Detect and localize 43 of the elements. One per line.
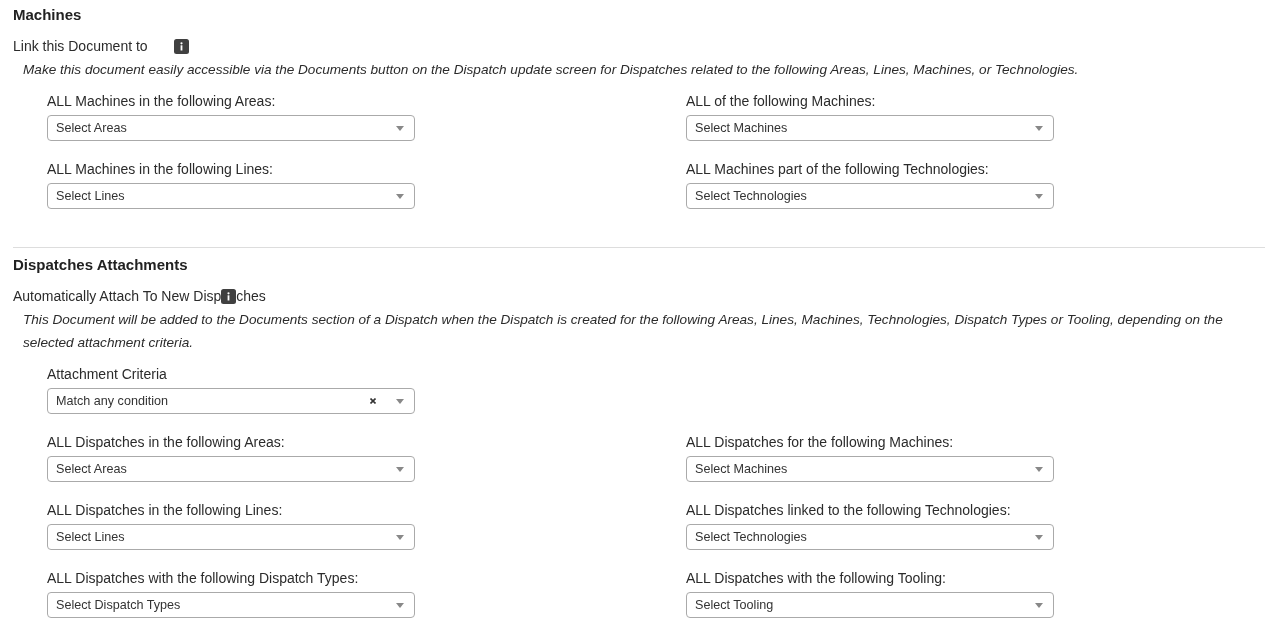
dropdown-field[interactable]: Select Lines [47,183,415,209]
field-label: ALL Dispatches with the following Tooling: [686,569,947,588]
link-label: ches [236,287,266,306]
clear-icon[interactable] [370,398,376,404]
dropdown-field[interactable]: Select Areas [47,115,415,141]
caret-icon [396,534,404,540]
link-label: Automatically Attach To New Disp [13,287,222,306]
field-label: ALL Machines in the following Areas: [47,92,277,111]
field-label: ALL Dispatches in the following Areas: [47,433,286,452]
dropdown-field[interactable]: Select Dispatch Types [47,592,415,618]
caret-icon [396,193,404,199]
caret-icon [1035,602,1043,608]
caret-icon [1035,466,1043,472]
field-label: ALL of the following Machines: [686,92,877,111]
caret-icon [396,602,404,608]
field-label: ALL Dispatches linked to the following Technologies: [686,501,1012,520]
field-label: ALL Dispatches in the following Lines: [47,501,284,520]
dropdown-field[interactable]: Select Machines [686,456,1054,482]
caret-icon [1035,193,1043,199]
field-label: ALL Dispatches for the following Machines: [686,433,955,452]
section-heading: Dispatches Attachments [13,255,189,275]
field-label: ALL Dispatches with the following Dispatch Types: [47,569,360,588]
info-icon[interactable] [173,38,189,54]
dropdown-field[interactable]: Select Technologies [686,183,1054,209]
description-text: This Document will be added to the Documents section of a Dispatch when the Dispatch is created for the following Areas, Lines, Machines, Technologies, Dispatch Types or Tooling, depending on the selected attachment criteria. [23,311,1224,352]
info-icon[interactable] [221,288,237,304]
section-heading: Machines [13,5,83,25]
description-text: Make this document easily accessible via the Documents button on the Dispatch update screen for Dispatches related to the following Areas, Lines, Machines, or Technologies. [23,61,1080,79]
caret-icon [396,125,404,131]
dropdown-field[interactable]: Select Technologies [686,524,1054,550]
dropdown-field[interactable]: Select Machines [686,115,1054,141]
caret-icon [1035,125,1043,131]
link-label: Link this Document to [13,37,148,56]
dropdown-field[interactable]: Select Areas [47,456,415,482]
field-label: ALL Machines part of the following Technologies: [686,160,990,179]
caret-icon [396,466,404,472]
caret-icon [1035,534,1043,540]
caret-icon [396,398,404,404]
dropdown-field[interactable]: Select Tooling [686,592,1054,618]
dropdown-field[interactable]: Match any condition [47,388,415,414]
field-label: Attachment Criteria [47,365,168,384]
field-label: ALL Machines in the following Lines: [47,160,274,179]
dropdown-field[interactable]: Select Lines [47,524,415,550]
